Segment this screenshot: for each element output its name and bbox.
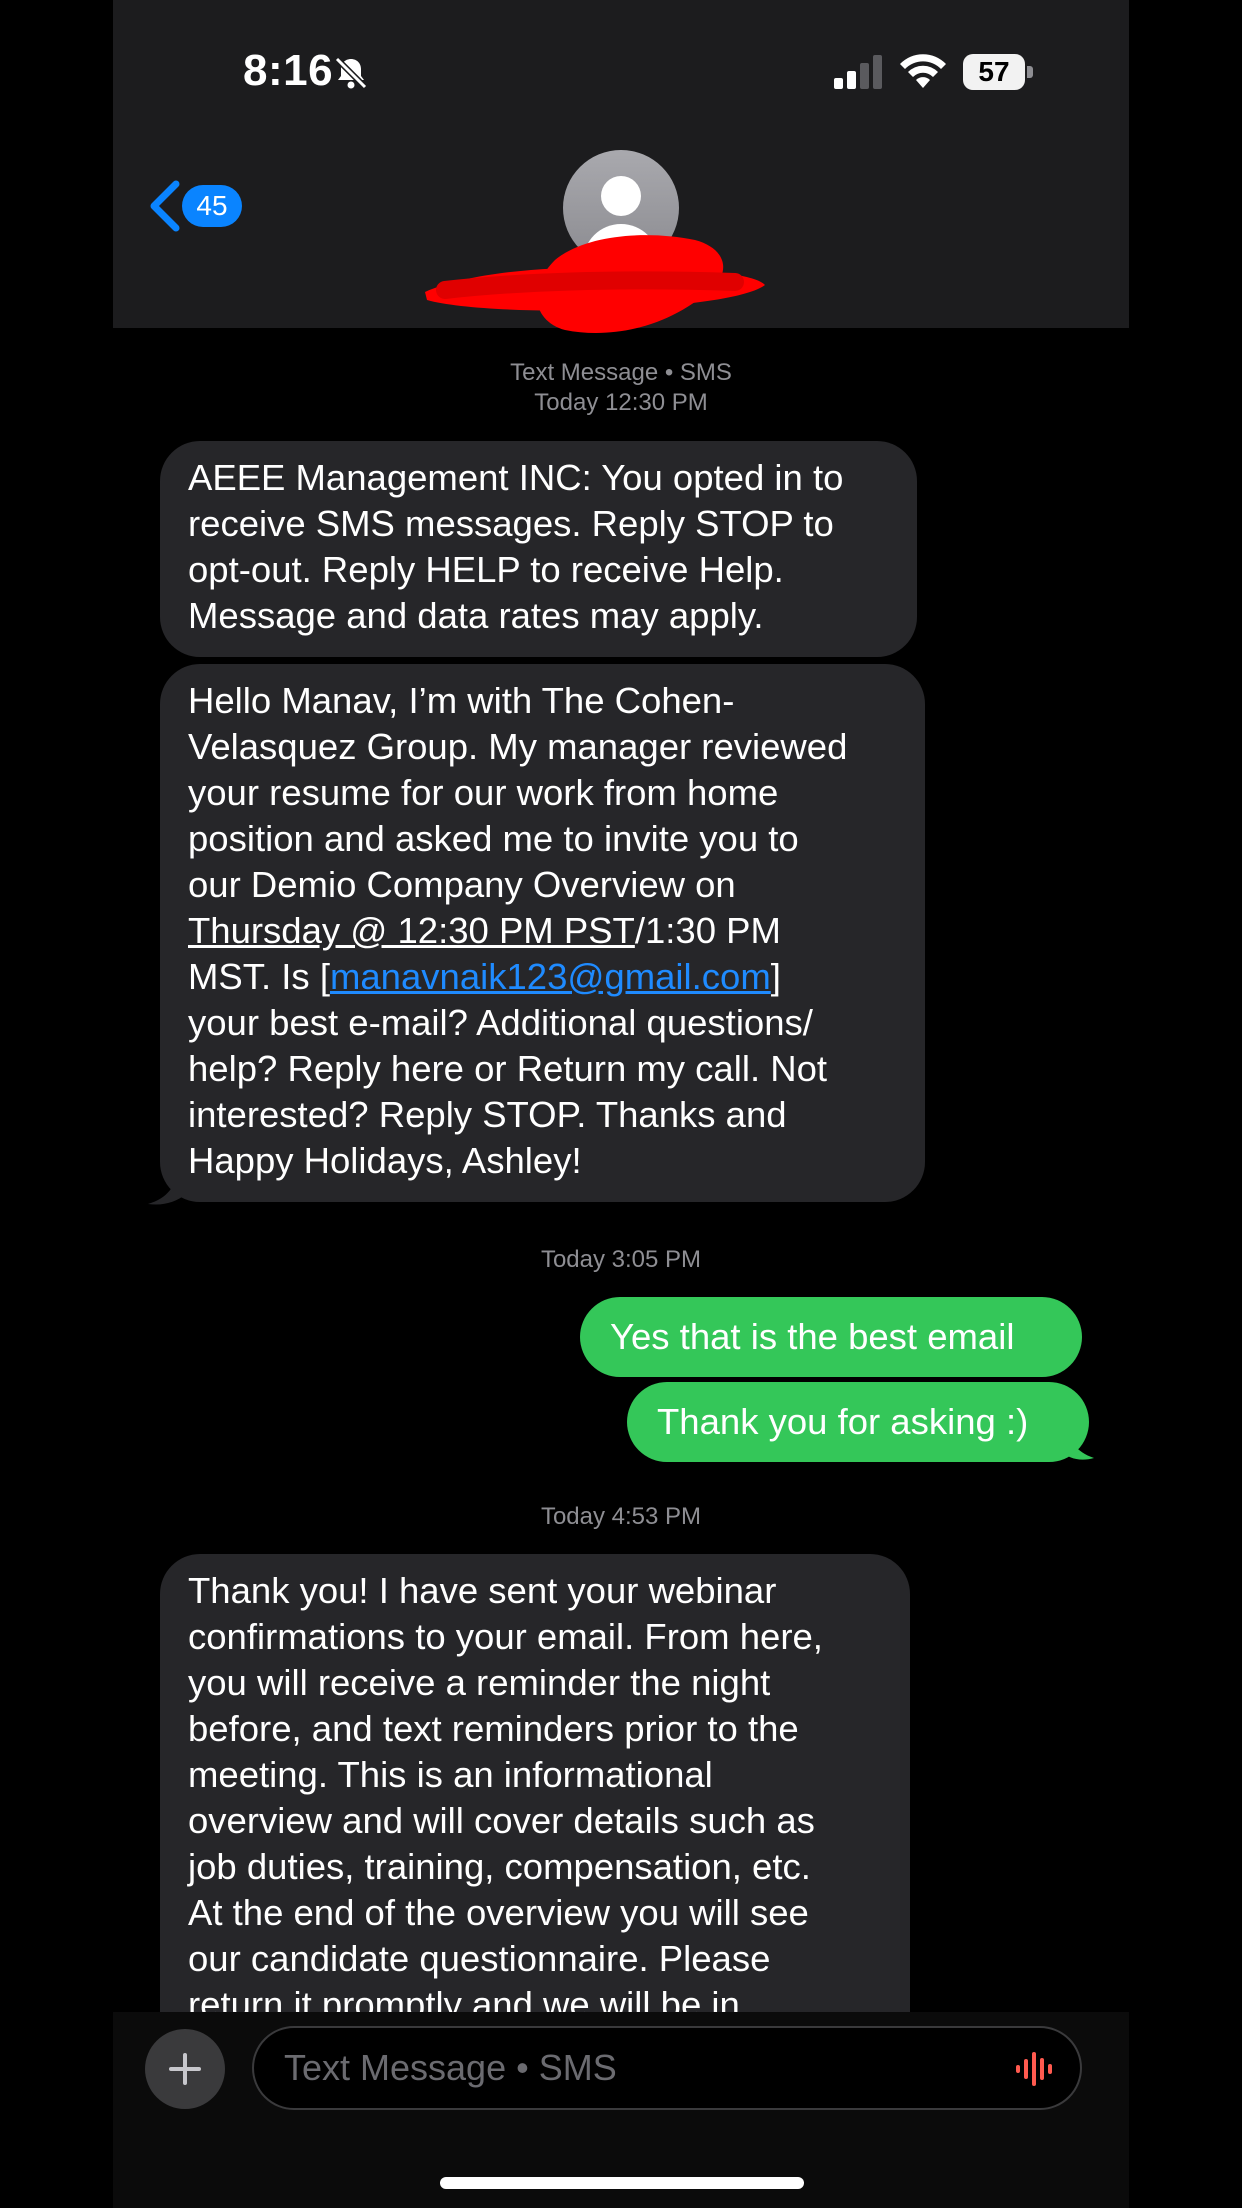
message-line: your best e-mail? Additional questions/ <box>188 1002 813 1043</box>
message-line: meeting. This is an informational <box>188 1754 713 1795</box>
service-label: Text Message • SMS <box>510 359 732 386</box>
message-line: At the end of the overview you will see <box>188 1892 809 1933</box>
message-line: overview and will cover details such as <box>188 1800 815 1841</box>
add-attachment-button[interactable] <box>145 2029 225 2109</box>
message-line: Message and data rates may apply. <box>188 595 764 636</box>
audio-waveform-icon[interactable] <box>1014 2049 1058 2089</box>
message-line: position and asked me to invite you to <box>188 818 799 859</box>
email-suffix: ] <box>770 956 781 997</box>
message-line: interested? Reply STOP. Thanks and <box>188 1094 787 1135</box>
back-button[interactable]: 45 <box>148 178 242 234</box>
message-line: Hello Manav, I’m with The Cohen- <box>188 680 735 721</box>
home-indicator[interactable] <box>440 2177 804 2189</box>
date-link[interactable]: Thursday @ 12:30 PM PST <box>188 910 635 951</box>
battery-icon: 57 <box>963 54 1035 92</box>
message-line: help? Reply here or Return my call. Not <box>188 1048 828 1089</box>
outgoing-message[interactable]: Yes that is the best email <box>580 1297 1082 1377</box>
timestamp: Today 4:53 PM <box>540 1503 702 1530</box>
message-line: job duties, training, compensation, etc. <box>188 1846 811 1887</box>
message-text: Yes that is the best email <box>610 1316 1015 1357</box>
incoming-message[interactable]: Hello Manav, I’m with The Cohen- Velasqu… <box>160 664 925 1202</box>
message-line: Thank you! I have sent your webinar <box>188 1570 777 1611</box>
message-line: MST. Is [manavnaik123@gmail.com] <box>188 954 899 1000</box>
incoming-message[interactable]: Thank you! I have sent your webinar conf… <box>160 1554 910 2025</box>
message-line: AEEE Management INC: You opted in to <box>188 457 844 498</box>
message-line: Velasquez Group. My manager reviewed <box>188 726 848 767</box>
bell-slash-icon <box>334 56 368 90</box>
date-link-suffix: /1:30 PM <box>634 910 781 951</box>
message-line: before, and text reminders prior to the <box>188 1708 799 1749</box>
message-text: Thank you for asking :) <box>657 1401 1029 1442</box>
bubble-tail <box>1062 1424 1094 1460</box>
redaction-scribble <box>425 235 765 333</box>
message-line: your resume for our work from home <box>188 772 779 813</box>
message-line: Thursday @ 12:30 PM PST/1:30 PM <box>188 908 899 954</box>
incoming-message[interactable]: AEEE Management INC: You opted in to rec… <box>160 441 917 657</box>
timestamp: Today 12:30 PM <box>534 389 708 416</box>
cellular-signal-icon <box>834 55 882 89</box>
message-line: Happy Holidays, Ashley! <box>188 1140 582 1181</box>
messages-screen: 8:16 57 45 Text Message • SMS Today 12:3… <box>0 0 1242 2208</box>
message-line: our candidate questionnaire. Please <box>188 1938 771 1979</box>
message-input-placeholder: Text Message • SMS <box>284 2047 617 2088</box>
message-line: confirmations to your email. From here, <box>188 1616 823 1657</box>
battery-level: 57 <box>963 54 1025 90</box>
message-line: receive SMS messages. Reply STOP to <box>188 503 834 544</box>
bubble-tail <box>148 1168 186 1205</box>
outgoing-message[interactable]: Thank you for asking :) <box>627 1382 1089 1462</box>
timestamp: Today 3:05 PM <box>540 1246 702 1273</box>
back-chevron-icon <box>150 180 180 232</box>
unread-count-badge: 45 <box>182 185 242 227</box>
wifi-icon <box>900 54 946 88</box>
message-line: you will receive a reminder the night <box>188 1662 771 1703</box>
plus-icon <box>169 2053 201 2085</box>
message-line: our Demio Company Overview on <box>188 864 736 905</box>
email-link[interactable]: manavnaik123@gmail.com <box>330 956 771 997</box>
status-time: 8:16 <box>243 46 334 95</box>
message-input[interactable]: Text Message • SMS <box>252 2026 1082 2110</box>
message-line: opt-out. Reply HELP to receive Help. <box>188 549 784 590</box>
email-prefix: MST. Is [ <box>188 956 330 997</box>
